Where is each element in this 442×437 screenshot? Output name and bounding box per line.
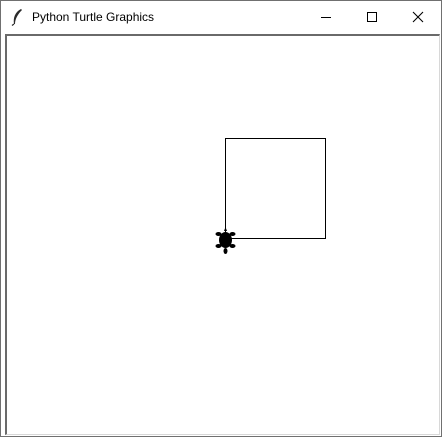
turtle-window: Python Turtle Graphics (0, 0, 442, 437)
title-bar[interactable]: Python Turtle Graphics (1, 1, 441, 33)
canvas-drawing (215, 138, 326, 254)
minimize-button[interactable] (303, 1, 349, 33)
maximize-button[interactable] (349, 1, 395, 33)
minimize-icon (320, 11, 332, 23)
drawn-square (225, 138, 326, 239)
maximize-icon (366, 11, 378, 23)
window-title: Python Turtle Graphics (32, 10, 155, 24)
close-icon (412, 11, 424, 23)
feather-icon[interactable] (10, 8, 26, 26)
turtle-canvas[interactable] (5, 34, 440, 435)
close-button[interactable] (395, 1, 441, 33)
